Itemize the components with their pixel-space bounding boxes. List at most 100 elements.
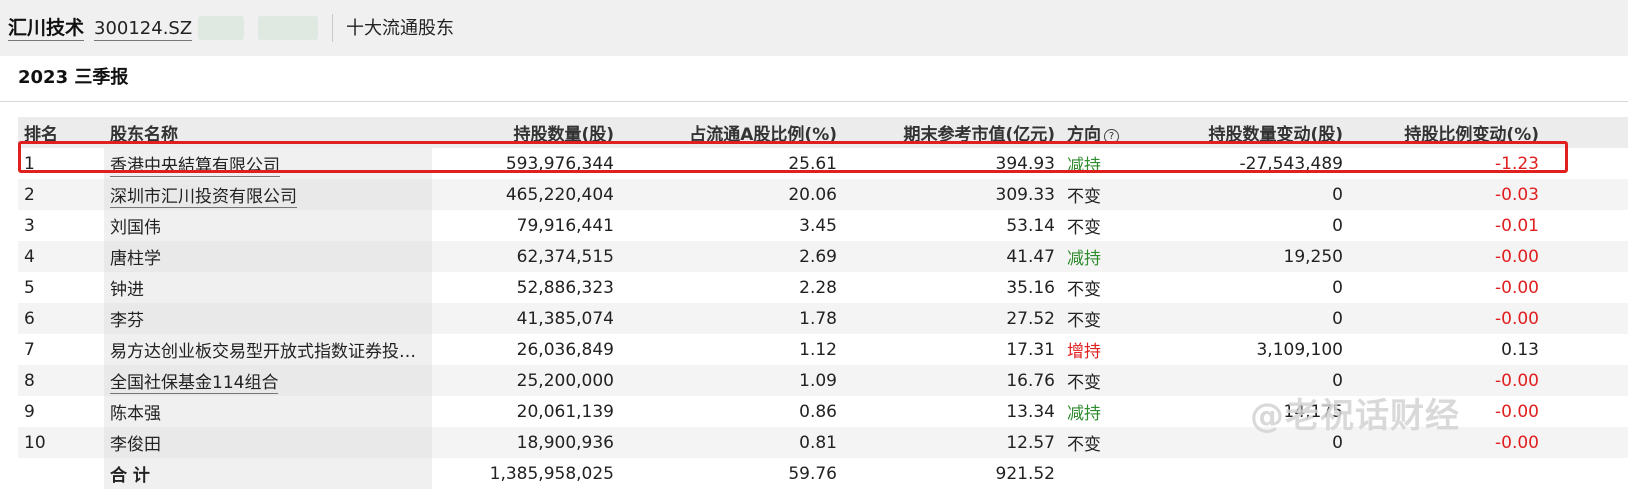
cell-spacer xyxy=(1545,303,1628,334)
cell-spacer xyxy=(1545,365,1628,396)
divider xyxy=(0,101,1628,102)
cell-ratio: 1.09 xyxy=(620,365,843,396)
cell-holder-name-text: 易方达创业板交易型开放式指数证券投… xyxy=(110,342,416,362)
cell-direction-text: 不变 xyxy=(1067,435,1101,455)
col-share-change[interactable]: 持股数量变动(股) xyxy=(1153,117,1349,148)
cell-holder-name-text[interactable]: 全国社保基金114组合 xyxy=(110,373,279,394)
total-empty xyxy=(1153,458,1349,489)
cell-ratio-text: 0.81 xyxy=(799,432,837,453)
table-row: 4 唐柱学 62,374,515 2.69 41.47 减持 19,250 -0.00 xyxy=(18,241,1628,272)
cell-ratio-text: 20.06 xyxy=(788,184,837,205)
cell-ratio: 3.45 xyxy=(620,210,843,241)
cell-share-change-text: 3,109,100 xyxy=(1256,339,1343,360)
cell-holder-name: 陈本强 xyxy=(104,396,432,427)
cell-direction-text: 减持 xyxy=(1067,404,1101,424)
cell-shares: 52,886,323 xyxy=(432,272,620,303)
cell-market-value: 13.34 xyxy=(843,396,1061,427)
col-ratio-change[interactable]: 持股比例变动(%) xyxy=(1349,117,1545,148)
cell-market-value: 27.52 xyxy=(843,303,1061,334)
cell-market-value: 17.31 xyxy=(843,334,1061,365)
cell-rank-text: 2 xyxy=(24,184,35,205)
cell-ratio-text: 1.09 xyxy=(799,370,837,391)
cell-holder-name[interactable]: 深圳市汇川投资有限公司 xyxy=(104,179,432,210)
cell-rank: 4 xyxy=(18,241,104,272)
col-shares[interactable]: 持股数量(股) xyxy=(432,117,620,148)
cell-share-change: 0 xyxy=(1153,272,1349,303)
cell-rank-text: 6 xyxy=(24,308,35,329)
cell-spacer xyxy=(1545,427,1628,458)
cell-direction-text: 不变 xyxy=(1067,280,1101,300)
total-value: 921.52 xyxy=(995,463,1055,484)
cell-share-change-text: -27,543,489 xyxy=(1239,153,1343,174)
cell-direction: 不变 xyxy=(1061,365,1153,396)
cell-shares: 25,200,000 xyxy=(432,365,620,396)
cell-direction-text: 不变 xyxy=(1067,187,1101,207)
cell-ratio: 25.61 xyxy=(620,148,843,179)
col-ratio[interactable]: 占流通A股比例(%) xyxy=(620,117,843,148)
cell-direction: 减持 xyxy=(1061,396,1153,427)
cell-market-value-text: 13.34 xyxy=(1006,401,1055,422)
stock-code-link[interactable]: 300124.SZ xyxy=(94,17,193,41)
cell-rank-text: 3 xyxy=(24,215,35,236)
cell-ratio-change-text: -0.03 xyxy=(1495,184,1539,205)
cell-rank: 8 xyxy=(18,365,104,396)
cell-rank: 6 xyxy=(18,303,104,334)
cell-ratio-change: 0.13 xyxy=(1349,334,1545,365)
divider xyxy=(332,14,333,42)
col-holder-name[interactable]: 股东名称 xyxy=(104,117,432,148)
cell-holder-name-text: 刘国伟 xyxy=(110,218,161,238)
cell-market-value-text: 27.52 xyxy=(1006,308,1055,329)
cell-spacer xyxy=(1545,334,1628,365)
table-row: 5 钟进 52,886,323 2.28 35.16 不变 0 -0.00 xyxy=(18,272,1628,303)
cell-ratio-change: -0.01 xyxy=(1349,210,1545,241)
cell-ratio-text: 2.69 xyxy=(799,246,837,267)
cell-shares: 79,916,441 xyxy=(432,210,620,241)
cell-market-value-text: 53.14 xyxy=(1006,215,1055,236)
cell-ratio-change: -0.00 xyxy=(1349,303,1545,334)
table-row: 7 易方达创业板交易型开放式指数证券投… 26,036,849 1.12 17.31 增持… xyxy=(18,334,1628,365)
cell-holder-name[interactable]: 香港中央結算有限公司 xyxy=(104,148,432,179)
col-market-value[interactable]: 期末参考市值(亿元) xyxy=(843,117,1061,148)
cell-holder-name-text[interactable]: 深圳市汇川投资有限公司 xyxy=(110,187,297,208)
cell-ratio-change-text: -0.00 xyxy=(1495,432,1539,453)
cell-ratio-text: 1.12 xyxy=(799,339,837,360)
cell-direction: 不变 xyxy=(1061,272,1153,303)
cell-direction: 不变 xyxy=(1061,427,1153,458)
cell-holder-name: 唐柱学 xyxy=(104,241,432,272)
cell-ratio-change-text: -0.00 xyxy=(1495,370,1539,391)
cell-market-value: 41.47 xyxy=(843,241,1061,272)
cell-shares-text: 41,385,074 xyxy=(516,308,614,329)
cell-holder-name[interactable]: 全国社保基金114组合 xyxy=(104,365,432,396)
cell-ratio: 20.06 xyxy=(620,179,843,210)
cell-spacer xyxy=(1545,210,1628,241)
cell-ratio: 0.81 xyxy=(620,427,843,458)
cell-market-value-text: 17.31 xyxy=(1006,339,1055,360)
cell-share-change-text: 0 xyxy=(1332,215,1343,236)
help-icon[interactable]: ? xyxy=(1104,129,1119,144)
stock-name-link[interactable]: 汇川技术 xyxy=(8,16,85,41)
cell-direction: 减持 xyxy=(1061,241,1153,272)
cell-holder-name: 李俊田 xyxy=(104,427,432,458)
cell-rank: 2 xyxy=(18,179,104,210)
cell-holder-name: 易方达创业板交易型开放式指数证券投… xyxy=(104,334,432,365)
cell-ratio-change-text: -0.00 xyxy=(1495,308,1539,329)
cell-shares: 465,220,404 xyxy=(432,179,620,210)
cell-ratio-text: 1.78 xyxy=(799,308,837,329)
col-direction-label: 方向 xyxy=(1067,125,1101,145)
total-row: 合 计 1,385,958,025 59.76 921.52 xyxy=(18,458,1628,489)
cell-market-value: 16.76 xyxy=(843,365,1061,396)
section-title: 十大流通股东 xyxy=(346,18,454,39)
cell-ratio: 2.28 xyxy=(620,272,843,303)
cell-rank-text: 1 xyxy=(24,153,35,174)
cell-market-value-text: 16.76 xyxy=(1006,370,1055,391)
cell-ratio-text: 3.45 xyxy=(799,215,837,236)
cell-shares-text: 18,900,936 xyxy=(516,432,614,453)
cell-ratio-change: -0.00 xyxy=(1349,241,1545,272)
cell-ratio-change: -0.03 xyxy=(1349,179,1545,210)
col-rank[interactable]: 排名 xyxy=(18,117,104,148)
cell-holder-name-text[interactable]: 香港中央結算有限公司 xyxy=(110,156,280,177)
col-spacer xyxy=(1545,117,1628,148)
cell-share-change-text: 0 xyxy=(1332,308,1343,329)
col-direction[interactable]: 方向? xyxy=(1061,117,1153,148)
cell-holder-name: 李芬 xyxy=(104,303,432,334)
